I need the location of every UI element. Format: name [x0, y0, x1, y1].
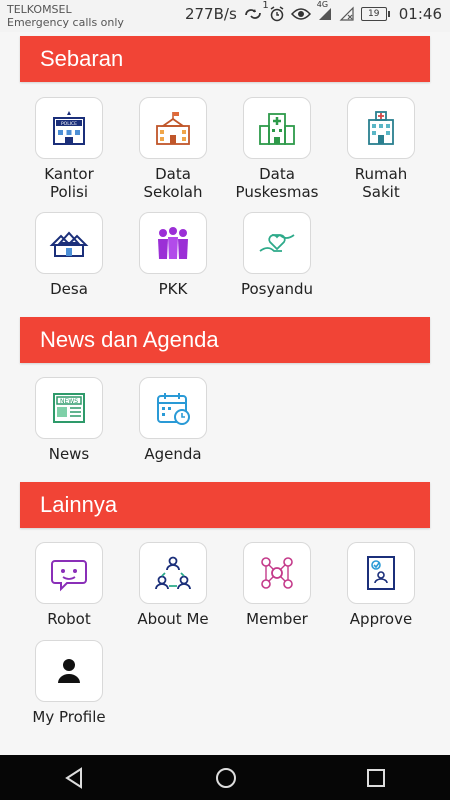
signal-4g-icon: 4G — [317, 0, 333, 22]
tile-label: Rumah — [354, 165, 408, 183]
tile-agenda[interactable]: Agenda — [121, 377, 225, 463]
signal-none-icon — [339, 6, 355, 22]
tile-desa[interactable]: Desa — [17, 212, 121, 298]
tile-label-line2: Polisi — [49, 183, 88, 201]
tile-robot[interactable]: Robot — [17, 542, 121, 628]
tile-label: News — [48, 445, 90, 463]
group-women-icon — [158, 227, 188, 259]
pkk-button[interactable] — [139, 212, 207, 274]
tile-label-line2: Puskesmas — [235, 183, 319, 201]
tile-label: Data — [155, 165, 191, 183]
tile-news[interactable]: NEWS News — [17, 377, 121, 463]
network-speed: 277B/s — [184, 5, 237, 23]
approve-button[interactable] — [347, 542, 415, 604]
newspaper-icon: NEWS — [53, 393, 85, 423]
rumah-sakit-button[interactable] — [347, 97, 415, 159]
my-profile-button[interactable] — [35, 640, 103, 702]
news-button[interactable]: NEWS — [35, 377, 103, 439]
recents-button[interactable] — [365, 767, 387, 789]
carrier-subtext: Emergency calls only — [7, 16, 124, 29]
section-header-sebaran: Sebaran — [20, 36, 430, 82]
heart-hands-icon — [259, 234, 295, 252]
kantor-polisi-button[interactable]: POLICE — [35, 97, 103, 159]
alarm-icon — [269, 6, 285, 22]
section-header-news-agenda: News dan Agenda — [20, 317, 430, 363]
back-triangle-icon — [65, 766, 83, 789]
carrier-name: TELKOMSEL — [7, 3, 72, 16]
clock: 01:46 — [398, 5, 442, 23]
tile-label: Kantor — [44, 165, 94, 183]
hospital-icon — [368, 111, 394, 145]
eye-icon — [290, 7, 311, 21]
tile-member[interactable]: Member — [225, 542, 329, 628]
tile-label: About Me — [137, 610, 209, 628]
svg-text:NEWS: NEWS — [60, 398, 78, 405]
tile-label: Member — [246, 610, 308, 628]
desa-button[interactable] — [35, 212, 103, 274]
sync-badge: 1 — [262, 0, 269, 11]
home-button[interactable] — [214, 766, 238, 790]
data-puskesmas-button[interactable] — [243, 97, 311, 159]
carrier-info: TELKOMSEL Emergency calls only — [7, 3, 124, 29]
posyandu-button[interactable] — [243, 212, 311, 274]
about-me-button[interactable] — [139, 542, 207, 604]
user-icon — [58, 659, 80, 683]
team-icon — [155, 556, 191, 590]
data-sekolah-button[interactable] — [139, 97, 207, 159]
recents-square-icon — [366, 768, 385, 787]
member-button[interactable] — [243, 542, 311, 604]
tile-posyandu[interactable]: Posyandu — [225, 212, 329, 298]
status-icons: 277B/s 1 4G 19 01:46 — [184, 0, 442, 23]
agenda-button[interactable] — [139, 377, 207, 439]
tile-pkk[interactable]: PKK — [121, 212, 225, 298]
tile-about-me[interactable]: About Me — [121, 542, 225, 628]
robot-button[interactable] — [35, 542, 103, 604]
health-center-icon — [259, 113, 295, 145]
robot-chat-icon — [51, 560, 87, 592]
status-bar: TELKOMSEL Emergency calls only 277B/s 1 … — [0, 0, 450, 32]
police-station-icon: POLICE — [53, 111, 85, 145]
svg-text:POLICE: POLICE — [61, 121, 77, 127]
tile-label: My Profile — [32, 708, 106, 726]
village-icon — [49, 231, 89, 257]
tile-kantor-polisi[interactable]: POLICE Kantor Polisi — [17, 97, 121, 201]
section-header-lainnya: Lainnya — [20, 482, 430, 528]
tile-rumah-sakit[interactable]: Rumah Sakit — [329, 97, 433, 201]
system-navigation-bar — [0, 755, 450, 800]
approve-document-icon — [367, 556, 395, 590]
school-icon — [156, 112, 190, 145]
tile-label: Approve — [349, 610, 413, 628]
tile-label: Robot — [47, 610, 91, 628]
network-members-icon — [261, 557, 293, 589]
tile-data-sekolah[interactable]: Data Sekolah — [121, 97, 225, 201]
tile-label-line2: Sakit — [362, 183, 400, 201]
tile-label: Data — [259, 165, 295, 183]
tile-label: Agenda — [144, 445, 202, 463]
battery-icon: 19 — [360, 7, 390, 21]
tile-approve[interactable]: Approve — [329, 542, 433, 628]
tile-my-profile[interactable]: My Profile — [17, 640, 121, 726]
tile-label: PKK — [158, 280, 188, 298]
back-button[interactable] — [63, 766, 87, 790]
sync-icon: 1 — [243, 0, 269, 22]
home-circle-icon — [215, 767, 236, 788]
network-type: 4G — [316, 0, 329, 9]
tile-label: Posyandu — [240, 280, 314, 298]
tile-label-line2: Sekolah — [143, 183, 203, 201]
tile-label: Desa — [50, 280, 88, 298]
calendar-icon — [157, 393, 190, 425]
tile-data-puskesmas[interactable]: Data Puskesmas — [225, 97, 329, 201]
